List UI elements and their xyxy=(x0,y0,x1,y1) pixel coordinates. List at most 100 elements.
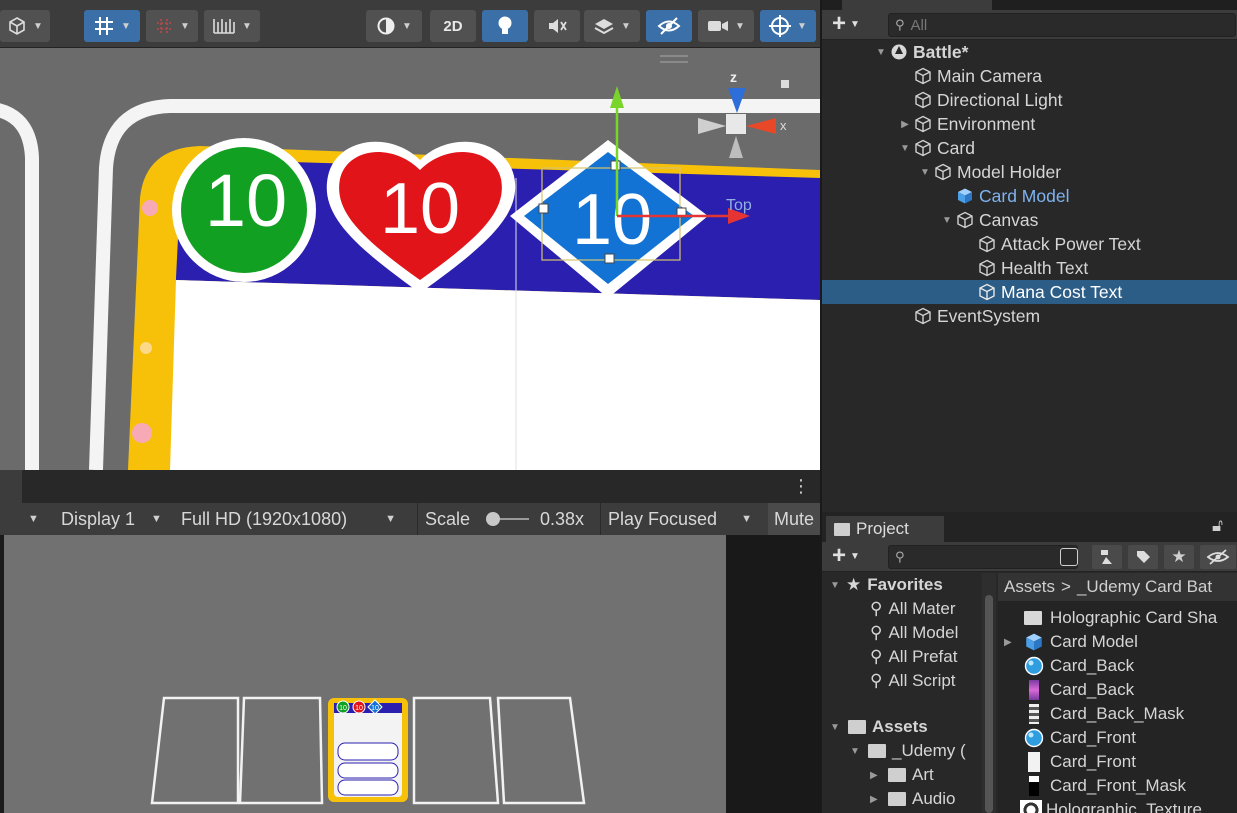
expand-arrow-icon[interactable]: ▼ xyxy=(874,47,888,58)
resize-handle[interactable] xyxy=(538,203,549,214)
play-mode-dropdown[interactable]: Play Focused ▼ xyxy=(608,503,752,535)
orientation-gizmo-x[interactable] xyxy=(746,118,776,134)
card-slot-outline xyxy=(0,103,39,470)
asset-label: Holographic Card Sha xyxy=(1050,608,1218,627)
asset-item[interactable]: ▶ Card Model xyxy=(1004,630,1138,654)
camera-settings-button[interactable]: ▼ xyxy=(698,10,754,42)
expand-arrow-icon[interactable]: ▶ xyxy=(870,794,884,805)
project-panel: Project 🔓︎ + ▼ ⚲ ★ ▼ ★ Favorites ⚲ All Mater… xyxy=(820,512,1237,813)
hierarchy-item-eventsystem[interactable]: EventSystem xyxy=(822,304,1237,328)
scrollbar-thumb[interactable] xyxy=(985,595,993,813)
expand-arrow-icon[interactable]: ▼ xyxy=(830,722,844,733)
scale-slider[interactable] xyxy=(485,503,531,535)
draw-mode-button[interactable]: ▼ xyxy=(0,10,50,42)
folder-udemy[interactable]: ▼ _Udemy ( xyxy=(850,739,966,763)
hierarchy-item-directional-light[interactable]: Directional Light xyxy=(822,88,1237,112)
project-search-input[interactable]: ⚲ xyxy=(888,545,1078,569)
hierarchy-item-environment[interactable]: ▶ Environment xyxy=(822,112,1237,136)
folder-art[interactable]: ▶ Art xyxy=(870,763,934,787)
asset-item[interactable]: Holographic Card Sha xyxy=(1024,606,1217,630)
material-icon xyxy=(1024,656,1044,676)
asset-item[interactable]: Holographic_Texture xyxy=(1020,798,1202,813)
search-icon: ⚲ xyxy=(895,17,905,32)
asset-item[interactable]: Card_Front xyxy=(1024,750,1136,774)
audio-toggle-button[interactable] xyxy=(534,10,580,42)
game-view-dropdown[interactable]: ▼ xyxy=(28,503,39,535)
asset-label: Card_Back_Mask xyxy=(1050,704,1185,723)
hierarchy-item-health-text[interactable]: Health Text xyxy=(822,256,1237,280)
orientation-gizmo-neg-x[interactable] xyxy=(698,118,726,134)
favorite-star-button[interactable]: ★ xyxy=(1164,545,1194,569)
ruler-button[interactable]: ▼ xyxy=(204,10,260,42)
expand-arrow-icon[interactable]: ▼ xyxy=(898,143,912,154)
scene-view[interactable]: 10 10 10 Top z x xyxy=(0,48,820,470)
gizmos-button[interactable]: ▼ xyxy=(760,10,816,42)
hierarchy-search-input[interactable]: ⚲ All xyxy=(888,13,1236,37)
expand-arrow-icon[interactable]: ▼ xyxy=(850,746,864,757)
scene-root-item[interactable]: ▼ Battle* xyxy=(822,40,1237,64)
breadcrumb-current[interactable]: _Udemy Card Bat xyxy=(1077,577,1212,597)
asset-item[interactable]: Card_Back_Mask xyxy=(1024,702,1184,726)
game-tab[interactable] xyxy=(0,470,22,503)
favorite-all-materials[interactable]: ⚲ All Mater xyxy=(870,597,956,621)
effects-button[interactable]: ▼ xyxy=(584,10,640,42)
filter-by-type-button[interactable] xyxy=(1092,545,1122,569)
2d-toggle-button[interactable]: 2D xyxy=(430,10,476,42)
expand-arrow-icon[interactable]: ▶ xyxy=(898,119,912,130)
hierarchy-item-canvas[interactable]: ▼ Canvas xyxy=(822,208,1237,232)
increment-snap-button[interactable]: ▼ xyxy=(146,10,198,42)
more-options-icon[interactable]: ⋮ xyxy=(792,476,810,497)
lock-icon[interactable]: 🔓︎ xyxy=(1212,516,1223,536)
search-icon: ⚲ xyxy=(895,549,905,564)
asset-item[interactable]: Card_Front_Mask xyxy=(1024,774,1186,798)
favorite-all-prefabs[interactable]: ⚲ All Prefat xyxy=(870,645,957,669)
expand-arrow-icon[interactable]: ▼ xyxy=(918,167,932,178)
search-by-type-icon[interactable] xyxy=(1060,548,1078,566)
game-tabbar: ⋮ xyxy=(0,470,820,503)
camera-icon xyxy=(708,21,729,31)
resize-handle[interactable] xyxy=(604,253,615,264)
orientation-gizmo-center[interactable] xyxy=(726,114,746,134)
create-asset-button[interactable]: + ▼ xyxy=(832,542,860,570)
filter-by-label-button[interactable] xyxy=(1128,545,1158,569)
hierarchy-item-card[interactable]: ▼ Card xyxy=(822,136,1237,160)
asset-label: Card Model xyxy=(1050,632,1138,651)
hierarchy-item-card-model[interactable]: Card Model xyxy=(822,184,1237,208)
add-object-button[interactable]: + ▼ xyxy=(832,10,860,38)
expand-arrow-icon[interactable]: ▶ xyxy=(870,770,884,781)
lighting-toggle-button[interactable] xyxy=(482,10,528,42)
orientation-gizmo-neg-z[interactable] xyxy=(729,136,743,158)
hierarchy-item-main-camera[interactable]: Main Camera xyxy=(822,64,1237,88)
favorites-section[interactable]: ▼ ★ Favorites xyxy=(830,573,943,597)
game-view[interactable]: 10 10 10 xyxy=(0,535,820,813)
favorite-all-models[interactable]: ⚲ All Model xyxy=(870,621,958,645)
scale-slider-track[interactable] xyxy=(485,511,531,527)
scene-visibility-button[interactable] xyxy=(646,10,692,42)
move-gizmo-y-arrow[interactable] xyxy=(610,86,624,108)
folder-tree-scrollbar[interactable] xyxy=(982,573,996,813)
hierarchy-item-model-holder[interactable]: ▼ Model Holder xyxy=(822,160,1237,184)
asset-item[interactable]: Card_Front xyxy=(1024,726,1136,750)
grid-snap-button[interactable]: ▼ xyxy=(84,10,140,42)
orientation-gizmo-lock[interactable] xyxy=(781,80,789,88)
asset-item[interactable]: Card_Back xyxy=(1024,678,1134,702)
display-dropdown[interactable]: Display 1 ▼ xyxy=(61,503,162,535)
resize-handle[interactable] xyxy=(610,160,621,171)
mute-audio-button[interactable]: Mute xyxy=(768,503,820,535)
folder-label: Audio xyxy=(912,789,956,808)
resolution-dropdown[interactable]: Full HD (1920x1080) ▼ xyxy=(181,503,396,535)
shading-mode-button[interactable]: ▼ xyxy=(366,10,422,42)
folder-audio[interactable]: ▶ Audio xyxy=(870,787,955,811)
expand-arrow-icon[interactable]: ▶ xyxy=(1004,637,1024,648)
hierarchy-item-attack-power-text[interactable]: Attack Power Text xyxy=(822,232,1237,256)
favorite-all-scripts[interactable]: ⚲ All Script xyxy=(870,669,956,693)
expand-arrow-icon[interactable]: ▼ xyxy=(940,215,954,226)
expand-arrow-icon[interactable]: ▼ xyxy=(830,580,844,591)
assets-root-folder[interactable]: ▼ Assets xyxy=(830,715,928,739)
asset-item[interactable]: Card_Back xyxy=(1024,654,1134,678)
hierarchy-tab[interactable] xyxy=(842,0,992,10)
hidden-packages-button[interactable] xyxy=(1200,545,1236,569)
breadcrumb-root[interactable]: Assets xyxy=(1004,577,1055,597)
project-tab[interactable]: Project xyxy=(826,516,944,542)
hierarchy-item-mana-cost-text[interactable]: Mana Cost Text xyxy=(822,280,1237,304)
